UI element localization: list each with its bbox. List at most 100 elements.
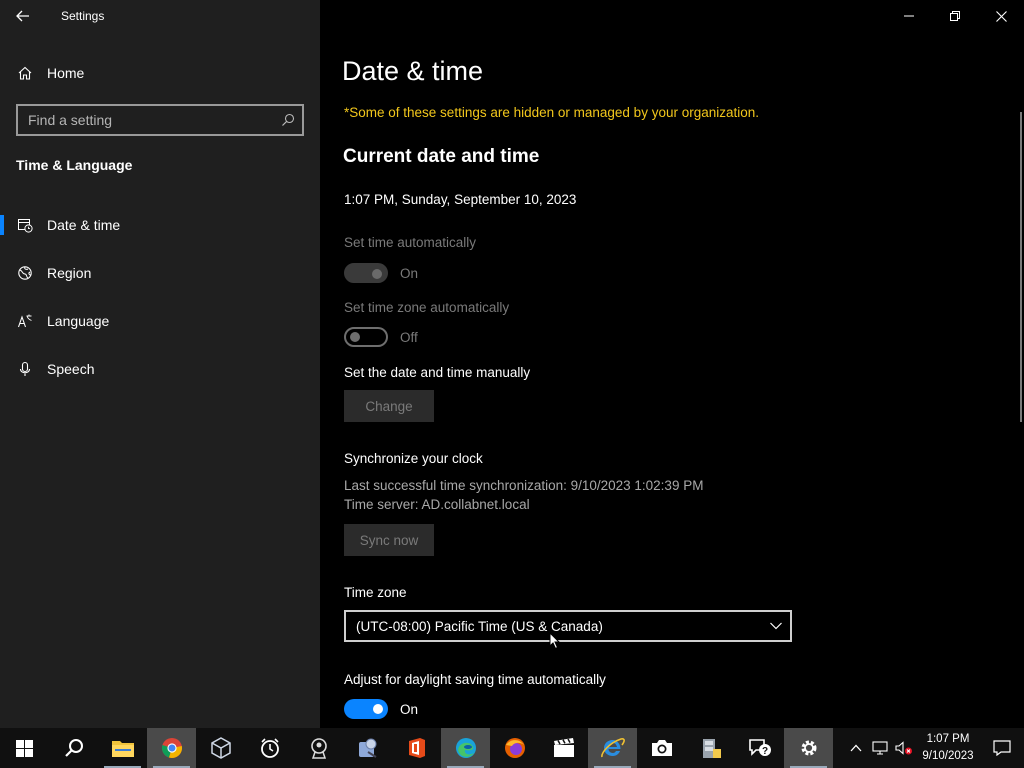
current-date-time-value: 1:07 PM, Sunday, September 10, 2023 [344,192,577,207]
manual-date-time-label: Set the date and time manually [344,365,531,380]
internet-explorer-icon [600,738,625,758]
minimize-button[interactable] [886,0,932,32]
mouse-cursor-icon [549,632,561,650]
taskbar-office[interactable] [392,728,441,768]
start-button[interactable] [0,728,49,768]
taskbar-video-app[interactable] [539,728,588,768]
chevron-down-icon [770,622,782,630]
sidebar-item-label: Language [47,313,110,329]
app-title: Settings [61,9,105,23]
set-time-auto-state: On [400,265,419,281]
edge-icon [455,738,476,758]
time-server-text: Time server: AD.collabnet.local [344,497,530,512]
sidebar-item-label: Speech [47,361,95,377]
cube-icon [210,737,231,759]
office-icon [408,738,425,758]
chrome-icon [161,738,182,758]
home-link[interactable]: Home [0,57,320,89]
feedback-icon: ? [748,739,771,757]
sidebar-item-date-time[interactable]: Date & time [0,205,320,245]
dst-label: Adjust for daylight saving time automati… [344,672,606,687]
back-arrow-icon [16,10,29,22]
gear-icon [801,740,816,756]
camera-icon [651,740,672,756]
language-icon [17,313,33,329]
taskbar-feedback-hub[interactable]: ? [735,728,784,768]
sidebar-item-speech[interactable]: Speech [0,349,320,389]
taskbar-app-badge[interactable] [294,728,343,768]
search-input[interactable] [18,112,274,128]
dst-state: On [400,701,419,717]
restore-icon [950,11,960,21]
show-hidden-icons-button[interactable] [844,728,868,768]
globe-icon [17,265,33,281]
time-zone-dropdown[interactable]: (UTC-08:00) Pacific Time (US & Canada) [344,610,792,642]
taskbar-edge[interactable] [441,728,490,768]
taskbar-camera[interactable] [637,728,686,768]
taskbar-chrome[interactable] [147,728,196,768]
action-center-button[interactable] [980,728,1024,768]
vertical-scrollbar[interactable] [1020,112,1022,422]
badge-icon [310,738,327,759]
sync-now-button[interactable]: Sync now [344,524,434,556]
set-time-auto-label: Set time automatically [344,235,477,250]
taskbar-settings[interactable] [784,728,833,768]
clapperboard-icon [553,738,574,757]
taskbar-firefox[interactable] [490,728,539,768]
section-title: Time & Language [16,157,133,173]
sync-heading: Synchronize your clock [344,451,483,466]
set-zone-auto-row: Off [344,327,418,347]
content-pane: Date & time *Some of these settings are … [320,0,1024,728]
sidebar-item-language[interactable]: Language [0,301,320,341]
dst-row: On [344,699,418,719]
set-time-auto-toggle[interactable] [344,263,388,283]
restore-button[interactable] [932,0,978,32]
home-label: Home [47,65,85,81]
time-zone-value: (UTC-08:00) Pacific Time (US & Canada) [356,618,603,634]
time-zone-label: Time zone [344,585,407,600]
search-box [16,104,304,136]
taskbar-file-cabinet-app[interactable] [686,728,735,768]
microphone-icon [17,361,33,377]
clock-calendar-icon [17,217,33,233]
set-zone-auto-state: Off [400,329,418,345]
tools-icon [358,738,377,758]
settings-sidebar: Settings Home Time & Language Date & tim… [0,0,320,728]
taskbar-clock[interactable]: 1:07 PM 9/10/2023 [916,731,980,765]
taskbar: ? 1:07 PM 9/10/2023 [0,728,1024,768]
taskbar-file-explorer[interactable] [98,728,147,768]
windows-logo-icon [16,739,33,757]
network-tray-button[interactable] [868,728,892,768]
search-icon[interactable] [274,106,302,134]
set-zone-auto-label: Set time zone automatically [344,300,510,315]
volume-tray-button[interactable] [892,728,916,768]
close-button[interactable] [978,0,1024,32]
cabinet-icon [702,739,721,758]
sidebar-item-region[interactable]: Region [0,253,320,293]
dst-toggle[interactable] [344,699,388,719]
taskbar-search-button[interactable] [49,728,98,768]
taskbar-3d-app[interactable] [196,728,245,768]
taskbar-internet-explorer[interactable] [588,728,637,768]
network-icon [872,741,888,755]
close-icon [995,10,1007,22]
page-title: Date & time [342,56,484,86]
sidebar-item-label: Date & time [47,217,121,233]
set-time-auto-row: On [344,263,418,283]
sidebar-item-label: Region [47,265,92,281]
home-icon [17,65,33,81]
change-button[interactable]: Change [344,390,434,422]
svg-text:?: ? [761,746,767,757]
alarm-clock-icon [260,738,279,758]
back-button[interactable] [0,0,46,32]
system-tray: 1:07 PM 9/10/2023 [844,728,1024,768]
clock-time: 1:07 PM [926,733,970,745]
set-zone-auto-toggle[interactable] [344,327,388,347]
title-bar: Settings [0,0,320,32]
taskbar-alarms-clock[interactable] [245,728,294,768]
taskbar-tools-app[interactable] [343,728,392,768]
organization-notice: *Some of these settings are hidden or ma… [344,105,760,120]
last-sync-text: Last successful time synchronization: 9/… [344,478,704,493]
minimize-icon [904,15,914,17]
chevron-up-icon [850,744,862,752]
